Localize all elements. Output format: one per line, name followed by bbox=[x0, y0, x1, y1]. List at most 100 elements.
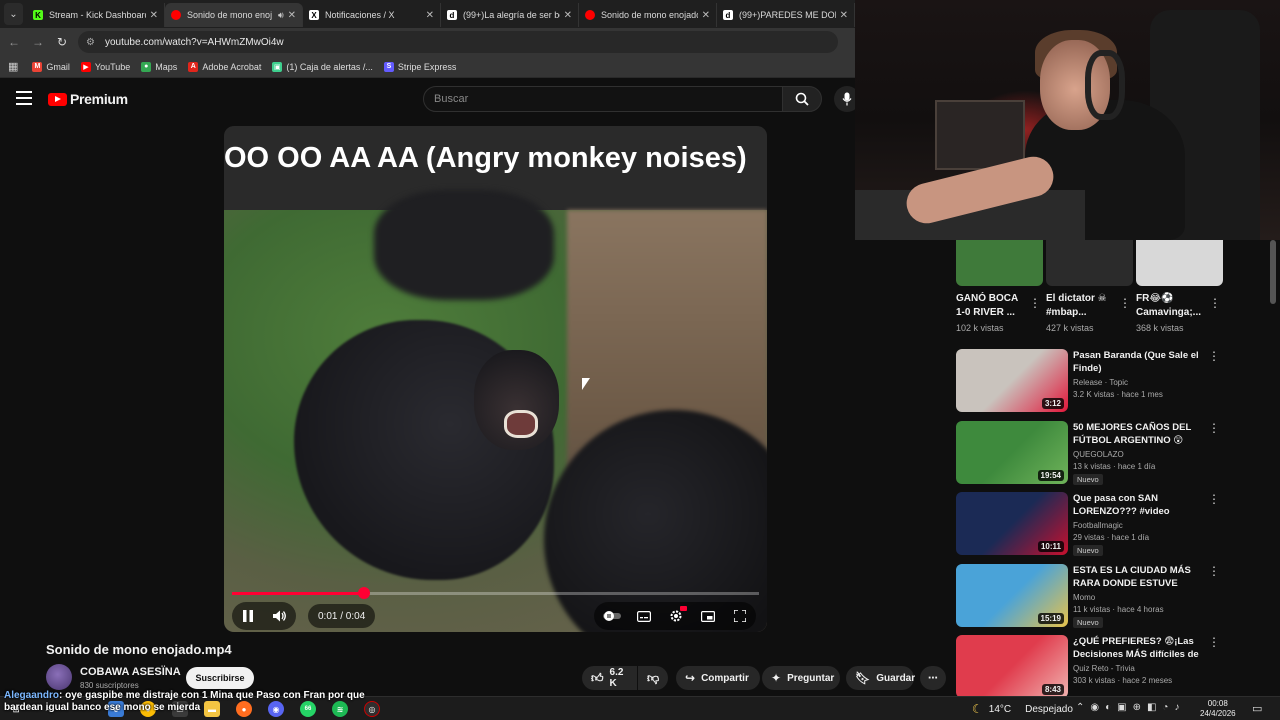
video-title-link[interactable]: ¿QUÉ PREFIERES? 😨¡Las Decisiones MÁS dif… bbox=[1073, 635, 1211, 662]
short-thumbnail[interactable] bbox=[1046, 240, 1133, 286]
bookmark-item[interactable]: ▶ YouTube bbox=[80, 61, 130, 72]
close-tab-icon[interactable]: ✕ bbox=[840, 10, 848, 21]
speaker-icon[interactable]: 🔊︎ bbox=[278, 10, 284, 21]
youtube-premium-logo[interactable]: Premium bbox=[48, 91, 128, 107]
short-item[interactable]: FR😂⚽ Camavinga;... 368 k vistas ⋮ bbox=[1136, 240, 1223, 333]
more-vertical-icon[interactable]: ⋮ bbox=[1208, 635, 1220, 649]
stream-chat-overlay: Alegaandro: oye gaspibe me distraje con … bbox=[4, 690, 365, 714]
more-vertical-icon[interactable]: ⋮ bbox=[1209, 296, 1221, 310]
progress-bar[interactable] bbox=[232, 587, 759, 599]
save-label: Guardar bbox=[876, 672, 916, 684]
browser-tab[interactable]: d (99+)La alegría de ser bo ✕ bbox=[441, 3, 579, 27]
video-thumbnail[interactable]: 8:43 bbox=[956, 635, 1068, 698]
autoplay-toggle[interactable] bbox=[600, 604, 624, 628]
browser-tab[interactable]: X Notificaciones / X ✕ bbox=[303, 3, 441, 27]
video-thumbnail[interactable]: 10:11 bbox=[956, 492, 1068, 555]
close-tab-icon[interactable]: ✕ bbox=[702, 10, 710, 21]
video-channel[interactable]: Release · Topic bbox=[1073, 378, 1128, 387]
clock[interactable]: 00:08 24/4/2026 bbox=[1200, 699, 1236, 719]
bookmark-item[interactable]: ● Maps bbox=[141, 61, 177, 72]
volume-button[interactable] bbox=[268, 604, 292, 628]
chat-message-line1: : oye gaspibe me distraje con 1 Mina que… bbox=[59, 690, 365, 701]
close-tab-icon[interactable]: ✕ bbox=[150, 10, 158, 21]
close-tab-icon[interactable]: ✕ bbox=[564, 10, 572, 21]
bookmark-item[interactable]: ▣ (1) Caja de alertas /... bbox=[272, 61, 373, 72]
more-vertical-icon[interactable]: ⋮ bbox=[1029, 296, 1041, 310]
weather-widget[interactable]: ☾ 14°C Despejado bbox=[972, 702, 1073, 716]
video-channel[interactable]: Footballmagic bbox=[1073, 521, 1123, 530]
bookmark-item[interactable]: M Gmail bbox=[32, 61, 70, 72]
more-vertical-icon[interactable]: ⋮ bbox=[1119, 296, 1131, 310]
close-tab-icon[interactable]: ✕ bbox=[288, 10, 296, 21]
more-vertical-icon[interactable]: ⋮ bbox=[1208, 492, 1220, 506]
bookmark-favicon-icon: ▶ bbox=[80, 61, 91, 72]
search-input[interactable]: Buscar bbox=[423, 86, 783, 112]
tab-search-button[interactable]: ⌄ bbox=[4, 3, 23, 25]
bookmark-item[interactable]: A Adobe Acrobat bbox=[188, 61, 261, 72]
short-views: 102 k vistas bbox=[956, 323, 1004, 333]
time-display: 0:01 / 0:04 bbox=[308, 604, 376, 628]
browser-tab[interactable]: Sonido de mono enojado ✕ bbox=[579, 3, 717, 27]
recommended-video[interactable]: 3:12 Pasan Baranda (Que Sale el Finde) Rel… bbox=[956, 349, 1224, 415]
channel-avatar[interactable] bbox=[46, 664, 72, 690]
search-button[interactable] bbox=[782, 86, 822, 112]
pause-button[interactable] bbox=[236, 604, 260, 628]
url-field[interactable]: ⚙ youtube.com/watch?v=AHWmZMwOi4w bbox=[78, 31, 838, 53]
back-icon[interactable]: ← bbox=[4, 32, 24, 52]
short-title[interactable]: FR😂⚽ Camavinga;... bbox=[1136, 292, 1208, 320]
video-thumbnail[interactable]: 3:12 bbox=[956, 349, 1068, 412]
site-info-icon[interactable]: ⚙ bbox=[86, 37, 95, 48]
close-tab-icon[interactable]: ✕ bbox=[426, 10, 434, 21]
video-title-link[interactable]: Pasan Baranda (Que Sale el Finde) bbox=[1073, 349, 1211, 375]
video-channel[interactable]: Momo bbox=[1073, 593, 1095, 602]
short-thumbnail[interactable] bbox=[1136, 240, 1223, 286]
apps-grid-icon[interactable]: ▦ bbox=[8, 60, 18, 73]
channel-name[interactable]: COBAWA ASESÏNA bbox=[80, 666, 181, 678]
browser-tab[interactable]: Sonido de mono enoj 🔊︎ ✕ bbox=[165, 3, 303, 27]
recommended-video[interactable]: 10:11 Que pasa con SAN LORENZO??? #video … bbox=[956, 492, 1224, 558]
recommended-video[interactable]: 15:19 ESTA ES LA CIUDAD MÁS RARA DONDE ES… bbox=[956, 563, 1224, 630]
short-item[interactable]: GANÓ BOCA 1-0 RIVER ... 102 k vistas ⋮ bbox=[956, 240, 1043, 333]
clock-date: 24/4/2026 bbox=[1200, 709, 1236, 718]
recommended-video[interactable]: 19:54 50 MEJORES CAÑOS DEL FÚTBOL ARGENTI… bbox=[956, 420, 1224, 487]
recommended-video[interactable]: 8:43 ¿QUÉ PREFIERES? 😨¡Las Decisiones MÁS… bbox=[956, 635, 1224, 701]
short-title[interactable]: GANÓ BOCA 1-0 RIVER ... bbox=[956, 292, 1028, 320]
obs-icon[interactable]: ◎ bbox=[364, 701, 380, 717]
more-vertical-icon[interactable]: ⋮ bbox=[1208, 349, 1220, 363]
subtitles-button[interactable] bbox=[632, 604, 656, 628]
bookmark-item[interactable]: S Stripe Express bbox=[383, 61, 456, 72]
subscribe-button[interactable]: Suscribirse bbox=[186, 667, 254, 689]
video-player[interactable]: OO OO AA AA (Angry monkey noises) 0:01 /… bbox=[224, 126, 767, 632]
more-vertical-icon[interactable]: ⋮ bbox=[1208, 421, 1220, 435]
video-title-link[interactable]: 50 MEJORES CAÑOS DEL FÚTBOL ARGENTINO 😲 bbox=[1073, 421, 1211, 447]
ask-button[interactable]: ✦ Preguntar bbox=[762, 666, 840, 690]
miniplayer-button[interactable] bbox=[696, 604, 720, 628]
video-channel[interactable]: QUEGOLAZO bbox=[1073, 450, 1124, 459]
bookmark-favicon-icon: S bbox=[383, 61, 394, 72]
settings-button[interactable] bbox=[664, 604, 688, 628]
dislike-button[interactable]: 👎︎ bbox=[638, 666, 668, 690]
more-actions-button[interactable]: ⋯ bbox=[920, 666, 946, 690]
video-title-link[interactable]: ESTA ES LA CIUDAD MÁS RARA DONDE ESTUVE bbox=[1073, 564, 1211, 590]
like-button[interactable]: 👍︎ 6.2 K bbox=[582, 666, 637, 690]
system-tray[interactable]: ⌃◉◐▣⊕◧◔♪ bbox=[1076, 702, 1185, 713]
browser-tab[interactable]: d (99+)PAREDES ME DOMC ✕ bbox=[717, 3, 855, 27]
short-item[interactable]: El dictator ☠ #mbap... 427 k vistas ⋮ bbox=[1046, 240, 1133, 333]
share-button[interactable]: ↪ Compartir bbox=[676, 666, 760, 690]
more-vertical-icon[interactable]: ⋮ bbox=[1208, 564, 1220, 578]
browser-tab[interactable]: K Stream - Kick Dashboard ✕ bbox=[27, 3, 165, 27]
short-title[interactable]: El dictator ☠ #mbap... bbox=[1046, 292, 1118, 320]
reload-icon[interactable]: ↻ bbox=[52, 32, 72, 52]
video-thumbnail[interactable]: 19:54 bbox=[956, 420, 1068, 484]
save-button[interactable]: 🔖︎ Guardar bbox=[846, 666, 916, 690]
fullscreen-button[interactable] bbox=[728, 604, 752, 628]
video-thumbnail[interactable]: 15:19 bbox=[956, 563, 1068, 627]
hamburger-menu-icon[interactable] bbox=[16, 91, 32, 105]
video-title-link[interactable]: Que pasa con SAN LORENZO??? #video #sanl… bbox=[1073, 492, 1211, 519]
sidebar-scrollbar[interactable] bbox=[1270, 240, 1276, 304]
progress-scrubber[interactable] bbox=[357, 587, 370, 599]
notifications-icon[interactable]: ▭ bbox=[1252, 702, 1262, 715]
video-channel[interactable]: Quiz Reto - Trivia bbox=[1073, 664, 1135, 673]
short-thumbnail[interactable] bbox=[956, 240, 1043, 286]
forward-icon[interactable]: → bbox=[28, 32, 48, 52]
